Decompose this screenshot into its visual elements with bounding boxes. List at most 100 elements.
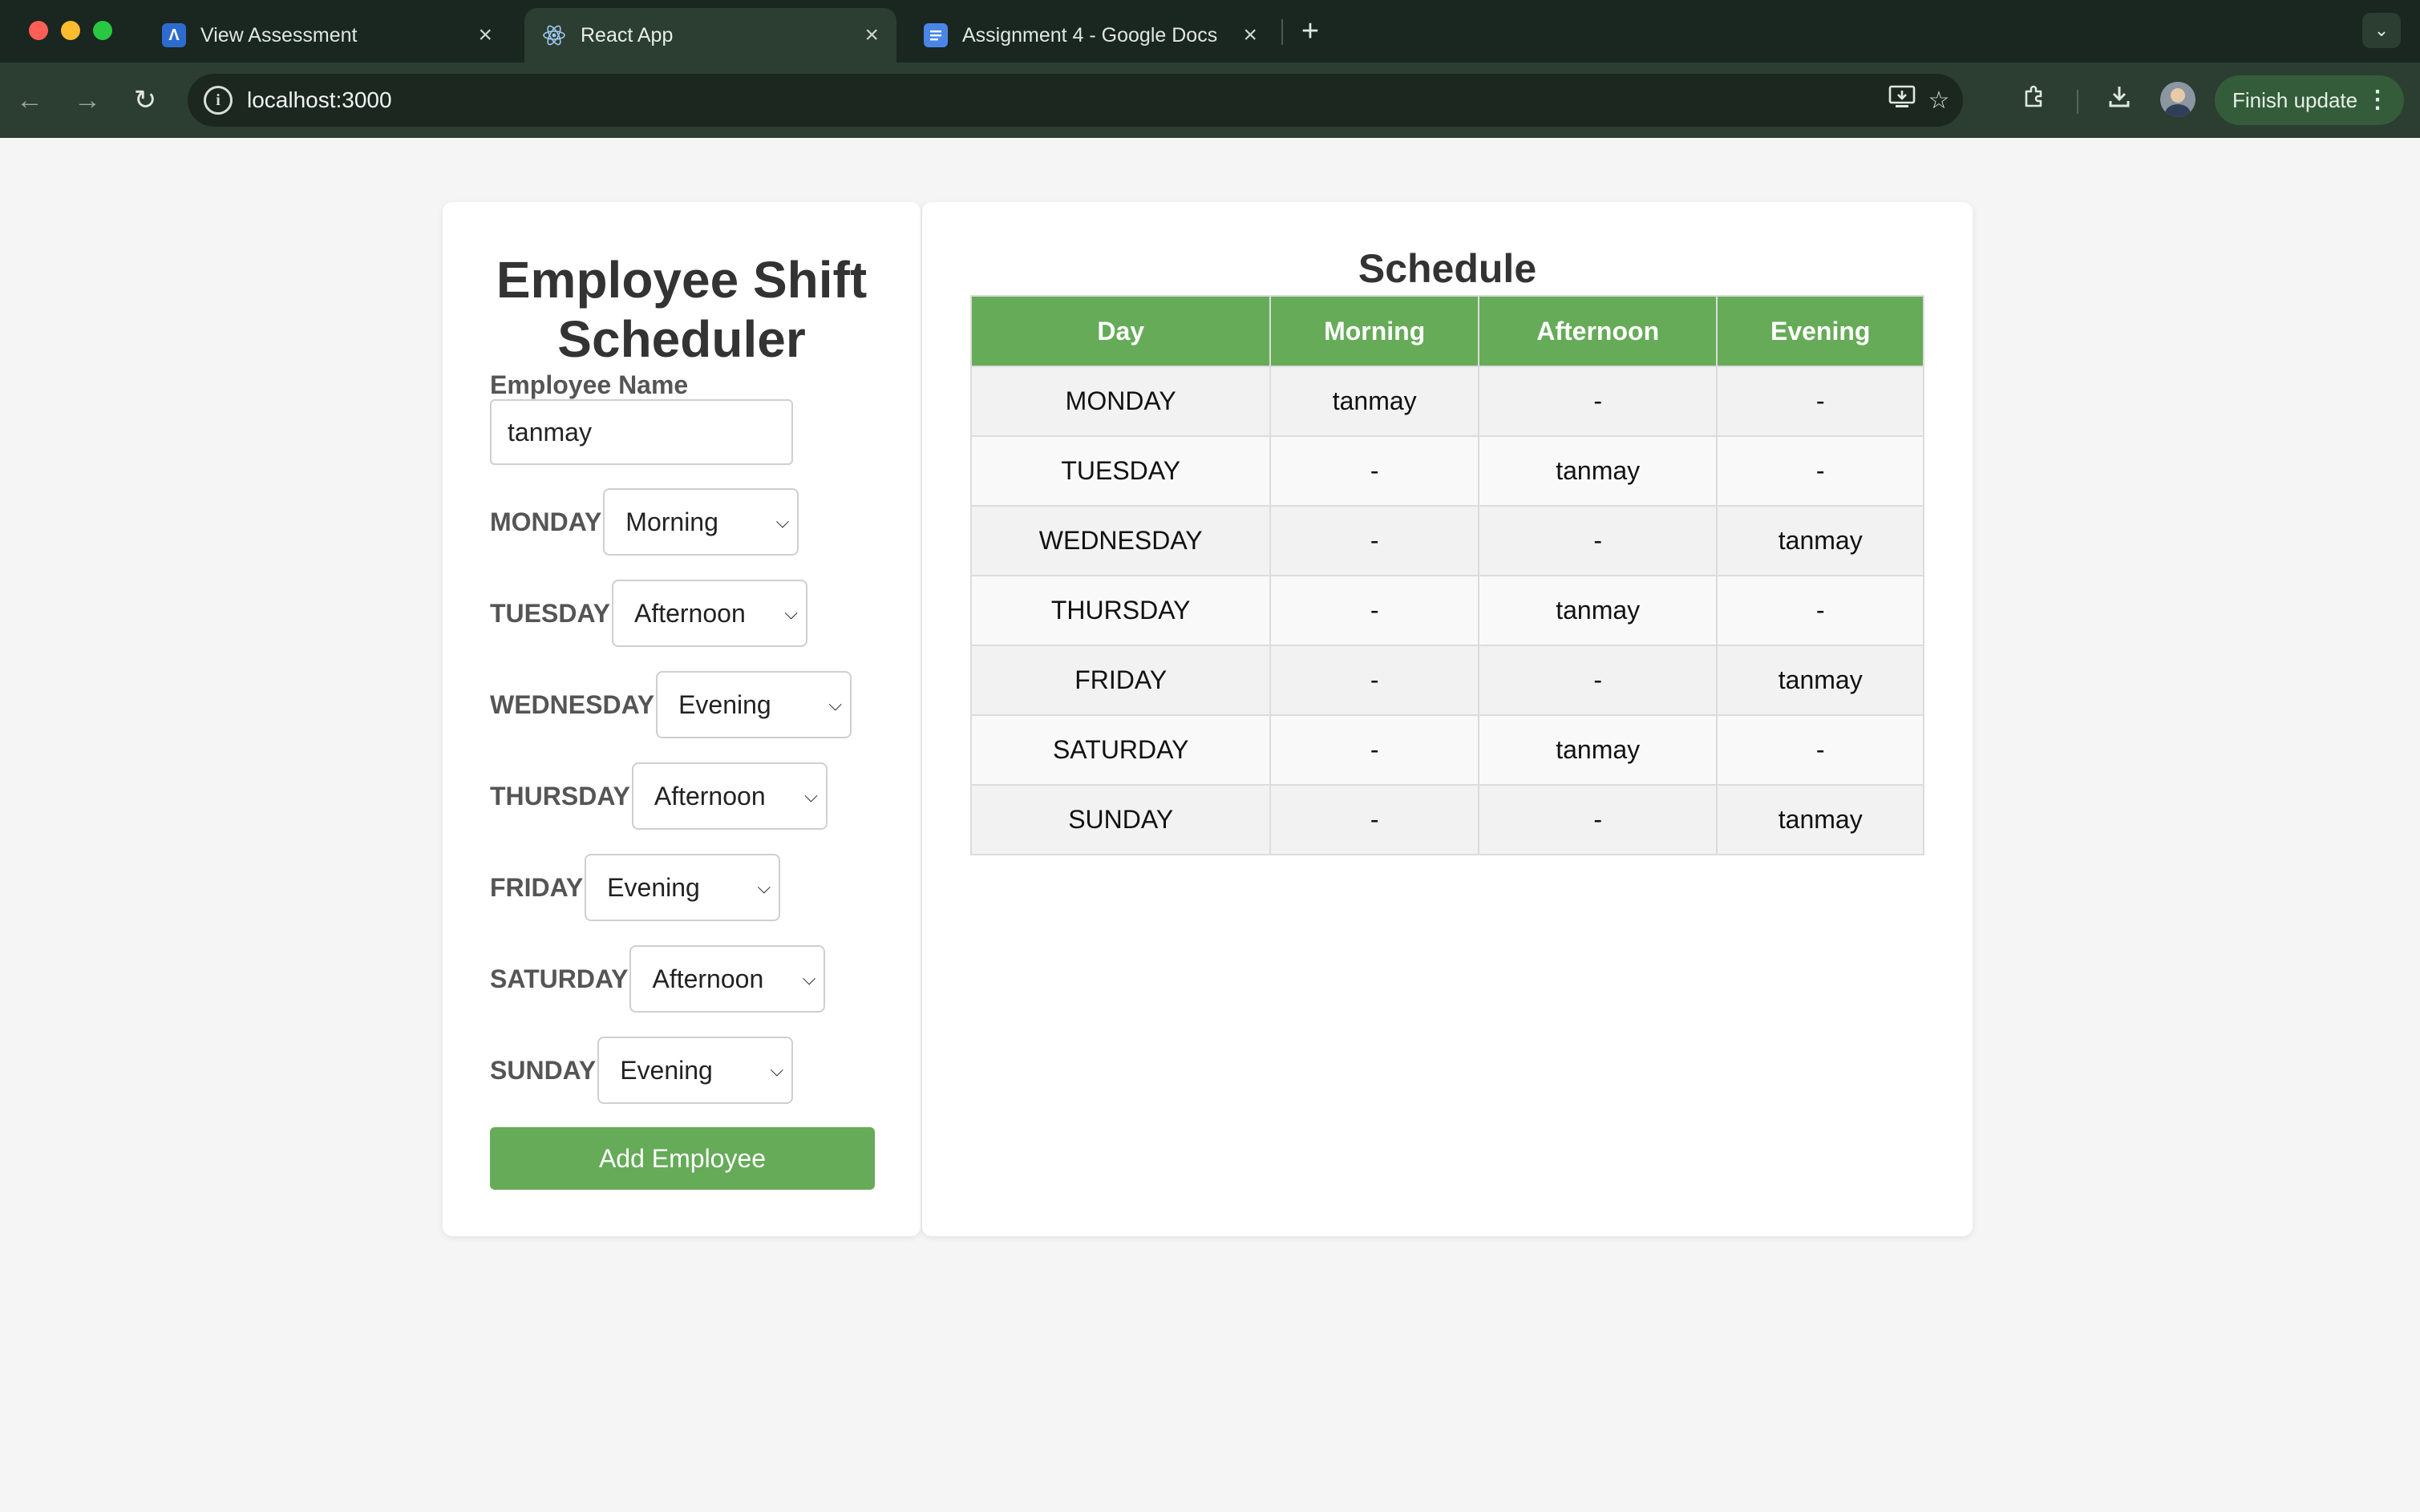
shift-select-friday[interactable]: Evening ⌵ bbox=[585, 854, 781, 921]
downloads-icon[interactable] bbox=[2099, 80, 2139, 120]
address-bar[interactable]: i localhost:3000 ☆ bbox=[188, 74, 1963, 127]
afternoon-cell: tanmay bbox=[1477, 714, 1718, 786]
day-cell: FRIDAY bbox=[969, 645, 1272, 716]
day-cell: MONDAY bbox=[969, 366, 1272, 437]
day-label: SUNDAY bbox=[490, 1055, 597, 1085]
tab-view-assessment[interactable]: Λ View Assessment × bbox=[144, 8, 510, 63]
chevron-down-icon: ⌵ bbox=[770, 1060, 784, 1080]
schedule-table: Day Morning Afternoon Evening MONDAY tan… bbox=[969, 295, 1924, 855]
shift-select-sunday[interactable]: Evening ⌵ bbox=[597, 1037, 794, 1104]
maximize-window-button[interactable] bbox=[93, 21, 112, 40]
table-row: FRIDAY - - tanmay bbox=[969, 645, 1924, 716]
table-row: MONDAY tanmay - - bbox=[969, 366, 1924, 437]
afternoon-cell: - bbox=[1477, 505, 1718, 576]
tab-title: View Assessment bbox=[200, 23, 358, 46]
evening-cell: tanmay bbox=[1716, 645, 1924, 716]
shift-select-tuesday[interactable]: Afternoon ⌵ bbox=[611, 580, 807, 647]
employee-name-input[interactable] bbox=[490, 399, 793, 465]
profile-avatar[interactable] bbox=[2160, 82, 2195, 117]
day-cell: THURSDAY bbox=[969, 575, 1272, 646]
shift-select-monday[interactable]: Morning ⌵ bbox=[603, 488, 799, 556]
shift-select-saturday[interactable]: Afternoon ⌵ bbox=[629, 945, 826, 1013]
afternoon-cell: tanmay bbox=[1477, 575, 1718, 646]
table-row: TUESDAY - tanmay - bbox=[969, 435, 1924, 507]
employee-name-label: Employee Name bbox=[490, 370, 689, 399]
morning-cell: tanmay bbox=[1269, 366, 1479, 437]
column-header-morning: Morning bbox=[1269, 295, 1479, 367]
day-label: THURSDAY bbox=[490, 781, 630, 811]
day-label: FRIDAY bbox=[490, 872, 584, 902]
table-row: SATURDAY - tanmay - bbox=[969, 714, 1924, 786]
day-cell: WEDNESDAY bbox=[969, 505, 1272, 576]
evening-cell: - bbox=[1716, 714, 1924, 786]
back-icon[interactable]: ← bbox=[8, 79, 51, 122]
shift-select-thursday[interactable]: Afternoon ⌵ bbox=[631, 762, 828, 830]
add-employee-button[interactable]: Add Employee bbox=[490, 1127, 875, 1190]
day-row-sunday: SUNDAY Evening ⌵ bbox=[490, 1037, 794, 1104]
assessment-favicon-icon: Λ bbox=[162, 23, 186, 47]
avatar-body bbox=[2165, 104, 2191, 117]
browser-chrome: Λ View Assessment × React App × Assignme… bbox=[0, 0, 2420, 138]
evening-cell: tanmay bbox=[1716, 784, 1924, 855]
install-app-icon[interactable] bbox=[1886, 85, 1918, 117]
close-tab-icon[interactable]: × bbox=[478, 23, 492, 47]
selected-shift: Evening bbox=[678, 690, 771, 719]
close-tab-icon[interactable]: × bbox=[1243, 23, 1257, 47]
close-tab-icon[interactable]: × bbox=[864, 23, 879, 47]
tab-google-docs[interactable]: Assignment 4 - Google Docs × bbox=[906, 8, 1275, 63]
day-row-monday: MONDAY Morning ⌵ bbox=[490, 488, 799, 556]
react-favicon-icon bbox=[542, 23, 566, 47]
day-row-wednesday: WEDNESDAY Evening ⌵ bbox=[490, 671, 852, 738]
day-row-thursday: THURSDAY Afternoon ⌵ bbox=[490, 762, 828, 830]
chevron-down-icon: ⌵ bbox=[784, 603, 798, 623]
day-cell: TUESDAY bbox=[969, 435, 1272, 507]
morning-cell: - bbox=[1269, 714, 1479, 786]
day-label: TUESDAY bbox=[490, 598, 610, 628]
morning-cell: - bbox=[1269, 645, 1479, 716]
shift-select-wednesday[interactable]: Evening ⌵ bbox=[656, 671, 852, 738]
day-row-friday: FRIDAY Evening ⌵ bbox=[490, 854, 781, 921]
forward-icon[interactable]: → bbox=[66, 79, 109, 122]
chevron-down-icon: ⌵ bbox=[775, 511, 790, 532]
day-label: WEDNESDAY bbox=[490, 689, 655, 719]
tab-react-app[interactable]: React App × bbox=[524, 8, 896, 63]
evening-cell: - bbox=[1716, 435, 1924, 507]
morning-cell: - bbox=[1269, 784, 1479, 855]
extensions-icon[interactable] bbox=[2014, 80, 2054, 120]
chevron-down-icon: ⌵ bbox=[804, 786, 818, 806]
morning-cell: - bbox=[1269, 575, 1479, 646]
selected-shift: Morning bbox=[625, 507, 718, 536]
site-info-icon[interactable]: i bbox=[204, 86, 233, 115]
column-header-day: Day bbox=[969, 295, 1272, 367]
chevron-down-icon: ⌵ bbox=[828, 694, 843, 714]
more-menu-icon[interactable]: ⋮ bbox=[2365, 75, 2390, 125]
afternoon-cell: - bbox=[1477, 784, 1718, 855]
chevron-down-icon: ⌵ bbox=[757, 877, 771, 897]
google-docs-favicon-icon bbox=[924, 23, 948, 47]
day-cell: SUNDAY bbox=[969, 784, 1272, 855]
tab-search-button[interactable]: ⌄ bbox=[2362, 13, 2401, 48]
selected-shift: Evening bbox=[620, 1056, 713, 1085]
close-window-button[interactable] bbox=[29, 21, 48, 40]
schedule-title: Schedule bbox=[1358, 246, 1537, 291]
url-text[interactable]: localhost:3000 bbox=[247, 74, 392, 127]
evening-cell: - bbox=[1716, 366, 1924, 437]
table-row: WEDNESDAY - - tanmay bbox=[969, 505, 1924, 576]
schedule-card: Schedule Day Morning Afternoon Evening M… bbox=[922, 202, 1973, 1236]
selected-shift: Afternoon bbox=[654, 782, 766, 811]
chevron-down-icon: ⌵ bbox=[802, 968, 816, 988]
tab-separator bbox=[1281, 19, 1283, 45]
evening-cell: - bbox=[1716, 575, 1924, 646]
reload-icon[interactable]: ↻ bbox=[123, 79, 167, 122]
day-cell: SATURDAY bbox=[969, 714, 1272, 786]
minimize-window-button[interactable] bbox=[61, 21, 80, 40]
bookmark-star-icon[interactable]: ☆ bbox=[1923, 85, 1955, 117]
toolbar-divider bbox=[2077, 90, 2078, 114]
afternoon-cell: - bbox=[1477, 645, 1718, 716]
day-row-saturday: SATURDAY Afternoon ⌵ bbox=[490, 945, 826, 1013]
day-label: MONDAY bbox=[490, 507, 602, 536]
new-tab-button[interactable]: + bbox=[1296, 11, 1325, 51]
selected-shift: Afternoon bbox=[633, 599, 746, 628]
finish-update-button[interactable]: Finish update ⋮ bbox=[2215, 75, 2404, 125]
morning-cell: - bbox=[1269, 435, 1479, 507]
